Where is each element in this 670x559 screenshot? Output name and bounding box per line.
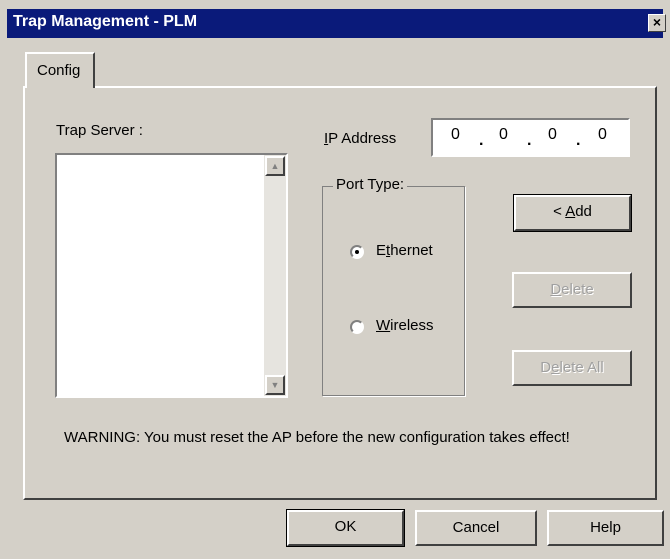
add-button-prefix: <	[553, 203, 566, 220]
add-button-rest: dd	[575, 203, 592, 220]
wireless-radio-label[interactable]: Wireless	[376, 317, 434, 334]
wireless-radio[interactable]	[350, 320, 364, 334]
scroll-up-button[interactable]: ▲	[265, 156, 285, 176]
radio-selected-dot	[355, 250, 359, 254]
ethernet-radio-label[interactable]: Ethernet	[376, 242, 433, 259]
close-button[interactable]: ×	[648, 14, 666, 32]
tab-config[interactable]: Config	[25, 52, 95, 88]
delete-button-rest: elete	[561, 281, 594, 298]
ip-dot-separator: .	[527, 132, 532, 149]
ethernet-label-first: E	[376, 242, 387, 259]
ip-address-label-rest: P Address	[328, 130, 397, 147]
trap-server-scrollbar[interactable]	[264, 155, 286, 396]
wireless-label-mnemonic: W	[376, 317, 391, 334]
ip-dot-separator: .	[479, 132, 484, 149]
add-button[interactable]: < Add	[513, 194, 632, 232]
port-type-group	[322, 186, 465, 396]
delete-all-label-first: D	[540, 359, 552, 376]
delete-all-label-rest: lete All	[559, 359, 604, 376]
tab-config-label: Config	[37, 62, 81, 79]
ethernet-radio[interactable]	[350, 245, 364, 259]
warning-message: WARNING: You must reset the AP before th…	[64, 429, 570, 446]
title-bar[interactable]: Trap Management - PLM	[7, 9, 663, 38]
add-button-mnemonic: A	[565, 203, 576, 220]
help-button[interactable]: Help	[547, 510, 664, 546]
delete-button[interactable]: Delete	[512, 272, 632, 308]
ok-button[interactable]: OK	[286, 509, 405, 547]
ip-octet-1[interactable]: 0	[451, 126, 460, 144]
scroll-down-button[interactable]: ▼	[265, 375, 285, 395]
cancel-button[interactable]: Cancel	[415, 510, 537, 546]
ip-address-field[interactable]: 0 . 0 . 0 . 0	[431, 118, 630, 157]
delete-all-button[interactable]: Delete All	[512, 350, 632, 386]
trap-server-list[interactable]: ▲ ▼	[55, 153, 288, 398]
scroll-down-icon: ▼	[270, 380, 280, 390]
ip-octet-2[interactable]: 0	[499, 126, 508, 144]
trap-server-label: Trap Server :	[56, 122, 143, 139]
delete-button-mnemonic: D	[550, 281, 562, 298]
port-type-label: Port Type:	[333, 176, 408, 193]
ip-octet-3[interactable]: 0	[548, 126, 557, 144]
wireless-label-rest: ireless	[390, 317, 434, 334]
scroll-up-icon: ▲	[270, 161, 280, 171]
ip-octet-4[interactable]: 0	[598, 126, 607, 144]
ip-dot-separator: .	[576, 132, 581, 149]
ethernet-label-rest: hernet	[390, 242, 433, 259]
close-icon: ×	[652, 14, 662, 30]
window-title: Trap Management - PLM	[13, 13, 198, 30]
ip-address-label: IP Address	[324, 130, 396, 147]
